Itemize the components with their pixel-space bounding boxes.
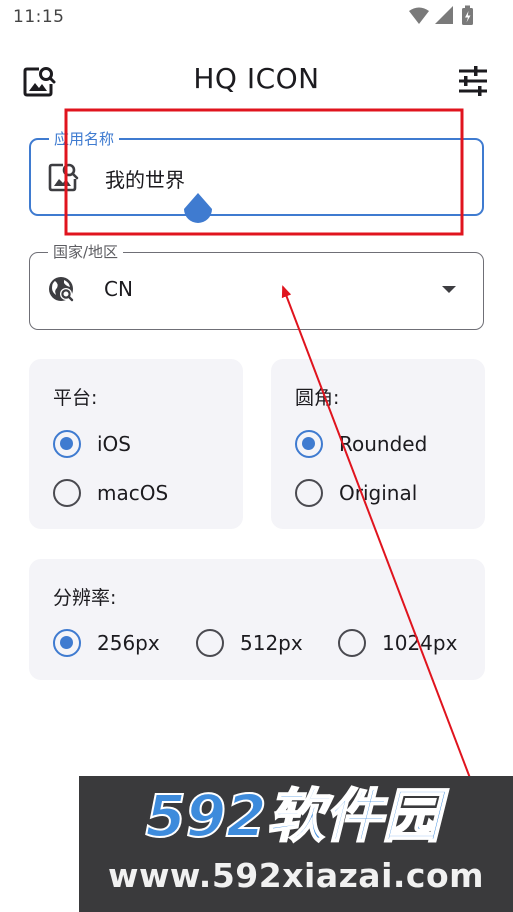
wifi-icon: [409, 7, 429, 24]
dropdown-arrow-icon[interactable]: [442, 286, 456, 293]
globe-search-icon: [49, 277, 74, 302]
app-bar: HQ ICON: [0, 54, 513, 106]
status-bar: 11:15: [0, 0, 513, 36]
radio-label: iOS: [97, 432, 131, 456]
radio-selected-icon[interactable]: [53, 629, 81, 657]
radio-256px[interactable]: 256px: [53, 626, 160, 660]
radio-1024px[interactable]: 1024px: [338, 626, 457, 660]
resolution-card: 分辨率: 256px 512px 1024px: [29, 559, 485, 680]
app-name-value[interactable]: 我的世界: [105, 164, 185, 193]
watermark-brand-text: 592软件园: [145, 782, 449, 848]
signal-icon: [435, 6, 453, 24]
app-name-label: 应用名称: [49, 129, 120, 149]
platform-card: 平台: iOS macOS: [29, 359, 243, 529]
radio-unselected-icon[interactable]: [338, 629, 366, 657]
resolution-title: 分辨率:: [53, 587, 117, 609]
radio-512px[interactable]: 512px: [196, 626, 303, 660]
battery-icon: [462, 5, 473, 25]
region-label: 国家/地区: [48, 242, 124, 262]
app-name-field[interactable]: 应用名称 我的世界: [29, 129, 484, 216]
radio-unselected-icon[interactable]: [53, 479, 81, 507]
radio-label: Original: [339, 481, 418, 505]
radio-label: Rounded: [339, 432, 428, 456]
radio-label: macOS: [97, 481, 169, 505]
platform-title: 平台:: [53, 387, 98, 409]
watermark-banner: 592软件园 www.592xiazai.com: [79, 776, 513, 912]
radio-original[interactable]: Original: [295, 476, 417, 510]
radio-unselected-icon[interactable]: [196, 629, 224, 657]
image-search-icon: [48, 163, 79, 192]
radio-unselected-icon[interactable]: [295, 479, 323, 507]
radio-macos[interactable]: macOS: [53, 476, 168, 510]
app-title: HQ ICON: [193, 62, 320, 95]
watermark-brand: 592软件园: [144, 782, 450, 848]
radio-label: 1024px: [382, 631, 458, 655]
radio-label: 512px: [240, 631, 303, 655]
corner-card: 圆角: Rounded Original: [271, 359, 485, 529]
radio-ios[interactable]: iOS: [53, 427, 131, 461]
region-value: CN: [104, 277, 133, 301]
status-icons: [409, 5, 473, 25]
tune-settings-icon[interactable]: [456, 66, 490, 96]
radio-rounded[interactable]: Rounded: [295, 427, 427, 461]
radio-selected-icon[interactable]: [53, 430, 81, 458]
radio-selected-icon[interactable]: [295, 430, 323, 458]
corner-title: 圆角:: [295, 387, 340, 409]
status-time: 11:15: [13, 7, 65, 27]
region-field[interactable]: 国家/地区 CN: [29, 242, 484, 330]
radio-label: 256px: [97, 631, 160, 655]
watermark-url: www.592xiazai.com: [107, 856, 485, 895]
